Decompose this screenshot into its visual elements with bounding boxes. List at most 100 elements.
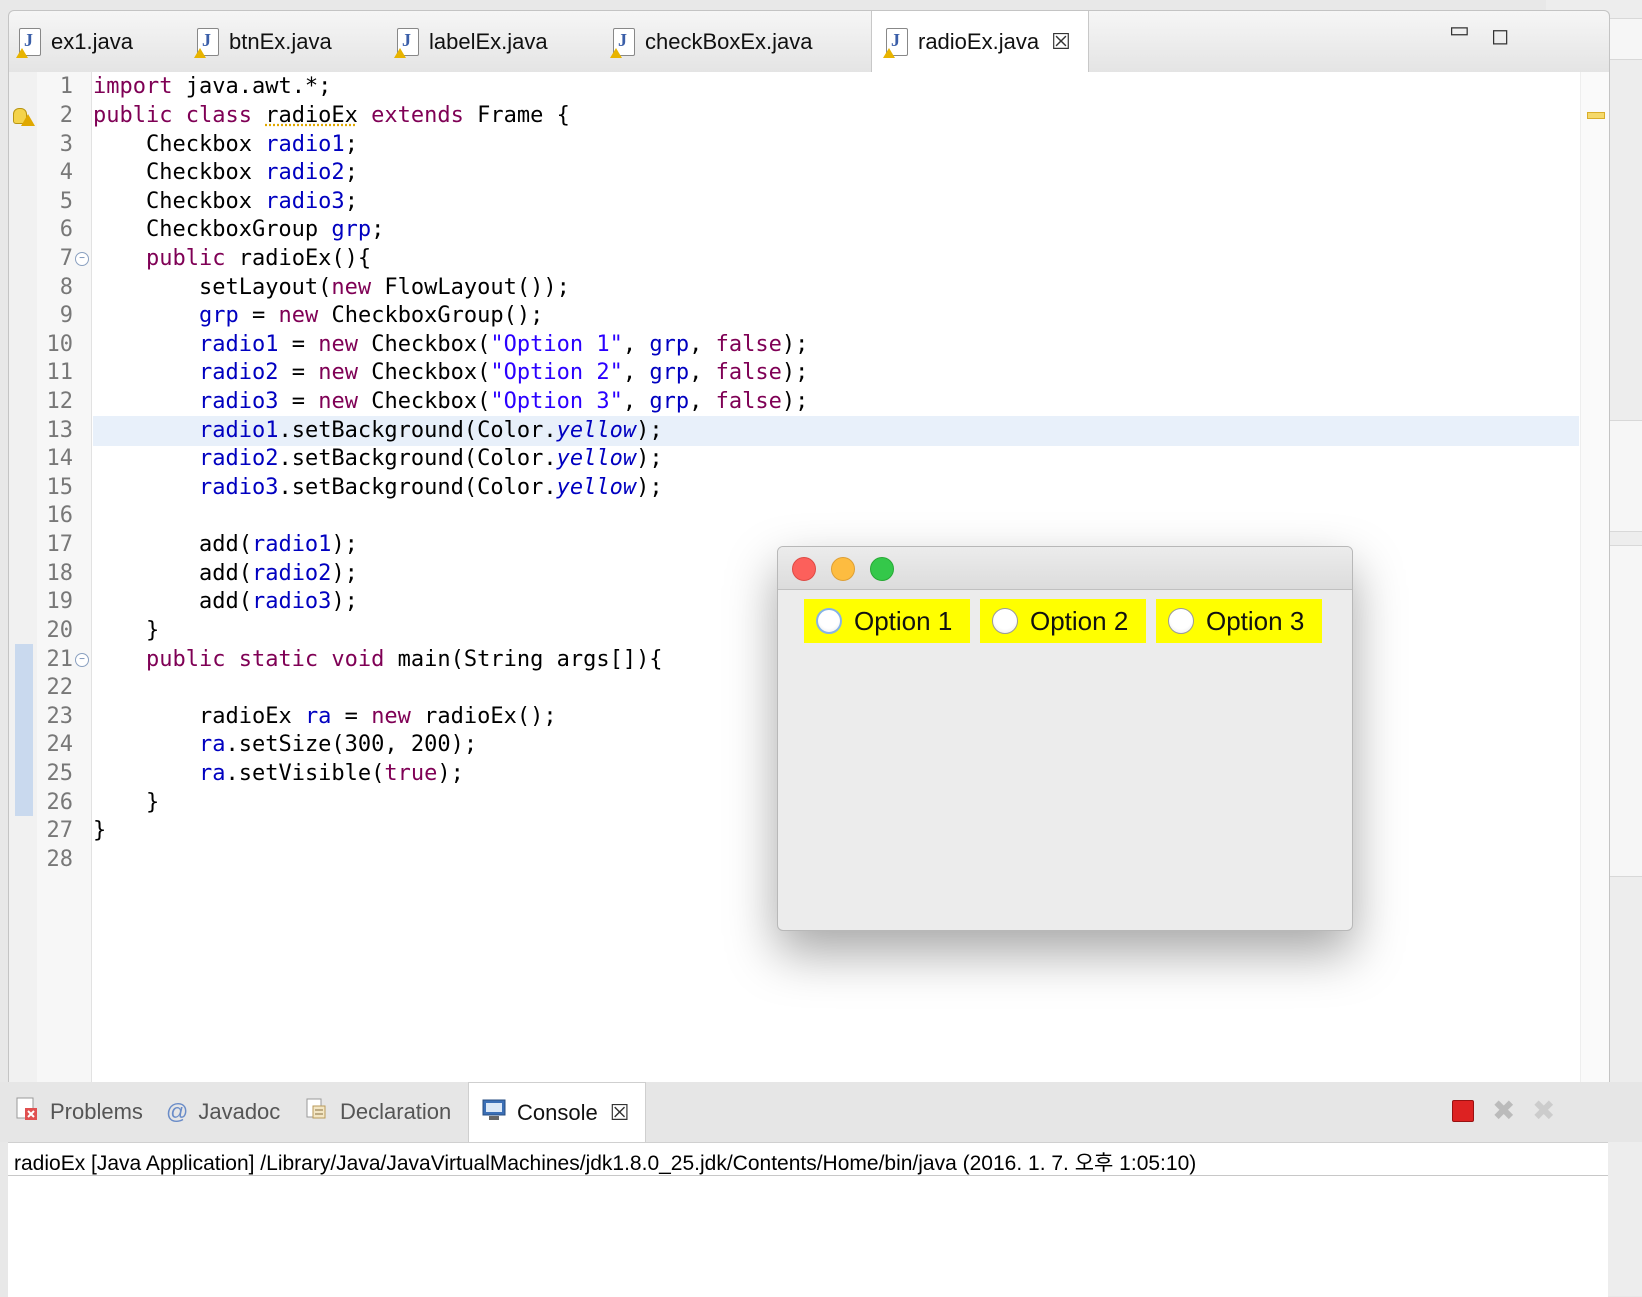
change-marker — [15, 644, 33, 816]
line-number: 25 — [37, 759, 73, 789]
code-line: radio1.setBackground(Color.yellow); — [93, 416, 663, 446]
line-number-gutter: 1 2 3 4 5 6 7 − 8 9 10 11 12 13 14 15 16… — [37, 72, 92, 1122]
line-number: 6 — [37, 215, 73, 245]
radio-button-icon[interactable] — [1168, 608, 1194, 634]
radioex-app-window[interactable]: Option 1 Option 2 Option 3 — [777, 546, 1353, 931]
console-divider — [8, 1175, 1608, 1176]
radio-label: Option 1 — [854, 606, 952, 637]
line-number: 1 — [37, 72, 73, 102]
radio-option-1[interactable]: Option 1 — [804, 599, 970, 643]
overview-ruler[interactable] — [1580, 72, 1609, 1122]
code-line: add(radio1); — [93, 530, 358, 560]
line-number: 15 — [37, 473, 73, 503]
radio-button-icon[interactable] — [816, 608, 842, 634]
zoom-window-button[interactable] — [870, 557, 894, 581]
close-icon[interactable]: ☒ — [610, 1100, 630, 1126]
code-line: radio2 = new Checkbox("Option 2", grp, f… — [93, 358, 808, 388]
tab-label: ex1.java — [51, 29, 133, 55]
line-number: 28 — [37, 845, 73, 875]
at-icon: @ — [166, 1099, 188, 1125]
line-number: 10 — [37, 330, 73, 360]
tab-label: Declaration — [340, 1099, 451, 1125]
window-titlebar[interactable] — [778, 547, 1352, 590]
tab-checkboxex[interactable]: checkBoxEx.java — [613, 11, 813, 73]
tab-declaration[interactable]: Declaration — [304, 1082, 451, 1142]
code-line: Checkbox radio2; — [93, 158, 358, 188]
line-number: 9 — [37, 301, 73, 331]
tab-label: radioEx.java — [918, 29, 1039, 55]
fold-toggle-icon[interactable]: − — [75, 252, 89, 266]
tab-label: btnEx.java — [229, 29, 332, 55]
line-number: 8 — [37, 273, 73, 303]
line-number: 18 — [37, 559, 73, 589]
line-number: 23 — [37, 702, 73, 732]
java-file-icon — [19, 28, 41, 56]
remove-all-terminated-icon[interactable]: ✖ — [1532, 1094, 1555, 1127]
tab-ex1[interactable]: ex1.java — [19, 11, 133, 73]
java-file-icon — [397, 28, 419, 56]
code-line: radio2.setBackground(Color.yellow); — [93, 444, 663, 474]
close-window-button[interactable] — [792, 557, 816, 581]
code-line: public static void main(String args[]){ — [93, 645, 663, 675]
code-line: radio3 = new Checkbox("Option 3", grp, f… — [93, 387, 808, 417]
code-line: radio1 = new Checkbox("Option 1", grp, f… — [93, 330, 808, 360]
line-number: 24 — [37, 730, 73, 760]
java-file-icon — [197, 28, 219, 56]
tab-javadoc[interactable]: @ Javadoc — [166, 1082, 280, 1142]
code-line: public radioEx(){ — [93, 244, 371, 274]
terminate-button[interactable] — [1452, 1100, 1474, 1122]
code-line: grp = new CheckboxGroup(); — [93, 301, 543, 331]
warning-overview-marker[interactable] — [1587, 112, 1605, 119]
tab-label: Javadoc — [198, 1099, 280, 1125]
code-line: } — [93, 788, 159, 818]
code-line: add(radio2); — [93, 559, 358, 589]
line-number: 21 — [37, 645, 73, 675]
problems-icon — [14, 1096, 40, 1128]
line-number: 14 — [37, 444, 73, 474]
line-number: 16 — [37, 501, 73, 531]
fold-toggle-icon[interactable]: − — [75, 653, 89, 667]
line-number: 20 — [37, 616, 73, 646]
tab-radioex[interactable]: radioEx.java ☒ — [871, 11, 1089, 73]
radio-button-icon[interactable] — [992, 608, 1018, 634]
tab-label: labelEx.java — [429, 29, 548, 55]
line-number: 27 — [37, 816, 73, 846]
minimize-view-icon[interactable]: ▭ — [1449, 17, 1470, 43]
line-number: 12 — [37, 387, 73, 417]
java-file-icon — [613, 28, 635, 56]
line-number: 4 — [37, 158, 73, 188]
close-icon[interactable]: ☒ — [1051, 29, 1071, 55]
console-view[interactable]: radioEx [Java Application] /Library/Java… — [8, 1142, 1608, 1297]
code-line: setLayout(new FlowLayout()); — [93, 273, 570, 303]
minimize-window-button[interactable] — [831, 557, 855, 581]
tab-console[interactable]: Console ☒ — [468, 1082, 646, 1142]
line-number: 2 — [37, 101, 73, 131]
radio-option-3[interactable]: Option 3 — [1156, 599, 1322, 643]
tab-label: checkBoxEx.java — [645, 29, 813, 55]
line-number: 5 — [37, 187, 73, 217]
line-number: 13 — [37, 416, 73, 446]
radio-label: Option 2 — [1030, 606, 1128, 637]
tab-label: Problems — [50, 1099, 143, 1125]
line-number: 17 — [37, 530, 73, 560]
maximize-view-icon[interactable]: ◻ — [1491, 23, 1509, 49]
code-line: ra.setVisible(true); — [93, 759, 464, 789]
tab-problems[interactable]: Problems — [14, 1082, 143, 1142]
code-line: radioEx ra = new radioEx(); — [93, 702, 557, 732]
declaration-icon — [304, 1096, 330, 1128]
code-line: Checkbox radio3; — [93, 187, 358, 217]
warning-bulb-icon[interactable] — [13, 108, 33, 126]
line-number: 19 — [37, 587, 73, 617]
remove-launch-icon[interactable]: ✖ — [1492, 1094, 1515, 1127]
tab-btnex[interactable]: btnEx.java — [197, 11, 332, 73]
line-number: 7 — [37, 244, 73, 274]
java-file-icon — [886, 28, 908, 56]
console-process-description: radioEx [Java Application] /Library/Java… — [14, 1147, 1196, 1177]
vertical-ruler — [9, 72, 37, 1122]
bottom-view-tabs: Problems @ Javadoc Declaration Console ☒… — [0, 1082, 1642, 1142]
tab-labelex[interactable]: labelEx.java — [397, 11, 548, 73]
code-line: } — [93, 816, 106, 846]
editor-tab-bar: ex1.java btnEx.java labelEx.java checkBo… — [8, 10, 1610, 73]
radio-option-2[interactable]: Option 2 — [980, 599, 1146, 643]
code-line: add(radio3); — [93, 587, 358, 617]
